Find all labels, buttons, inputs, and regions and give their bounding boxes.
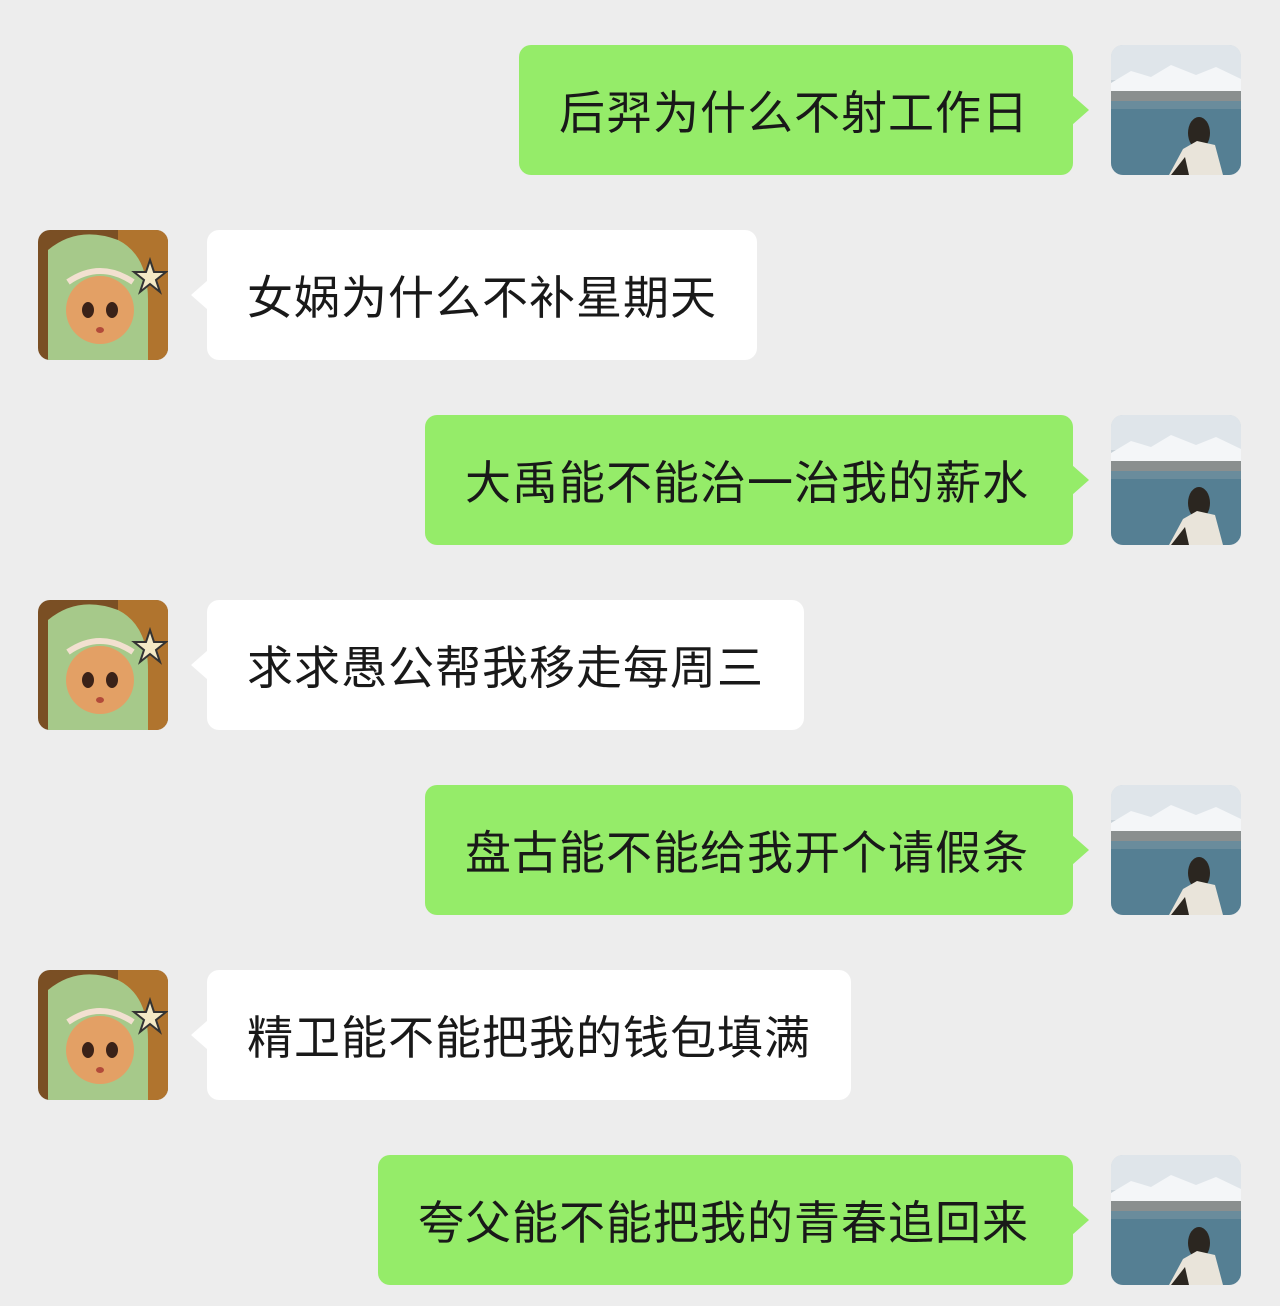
message-row-received: 精卫能不能把我的钱包填满 xyxy=(0,970,1280,1100)
lake-mountain-avatar-icon[interactable] xyxy=(1111,1155,1241,1285)
message-text: 夸父能不能把我的青春追回来 xyxy=(418,1196,1029,1250)
chat-window: 后羿为什么不射工作日 女娲为什么不补星期天 大禹能不能治一治我的薪水 求求愚公帮… xyxy=(0,0,1280,1306)
green-doll-avatar-icon[interactable] xyxy=(38,600,168,730)
green-doll-avatar-icon[interactable] xyxy=(38,970,168,1100)
message-row-received: 女娲为什么不补星期天 xyxy=(0,230,1280,360)
message-bubble-sent[interactable]: 盘古能不能给我开个请假条 xyxy=(425,785,1089,915)
message-text: 求求愚公帮我移走每周三 xyxy=(247,641,764,695)
lake-mountain-avatar-icon[interactable] xyxy=(1111,45,1241,175)
message-bubble-received[interactable]: 求求愚公帮我移走每周三 xyxy=(191,600,804,730)
message-bubble-sent[interactable]: 夸父能不能把我的青春追回来 xyxy=(378,1155,1089,1285)
message-row-sent: 盘古能不能给我开个请假条 xyxy=(0,785,1280,915)
message-text: 后羿为什么不射工作日 xyxy=(559,86,1029,140)
message-bubble-received[interactable]: 女娲为什么不补星期天 xyxy=(191,230,757,360)
lake-mountain-avatar-icon[interactable] xyxy=(1111,415,1241,545)
message-row-received: 求求愚公帮我移走每周三 xyxy=(0,600,1280,730)
message-text: 精卫能不能把我的钱包填满 xyxy=(247,1011,811,1065)
message-row-sent: 后羿为什么不射工作日 xyxy=(0,45,1280,175)
lake-mountain-avatar-icon[interactable] xyxy=(1111,785,1241,915)
message-text: 大禹能不能治一治我的薪水 xyxy=(465,456,1029,510)
message-text: 盘古能不能给我开个请假条 xyxy=(465,826,1029,880)
green-doll-avatar-icon[interactable] xyxy=(38,230,168,360)
message-row-sent: 大禹能不能治一治我的薪水 xyxy=(0,415,1280,545)
message-row-sent: 夸父能不能把我的青春追回来 xyxy=(0,1155,1280,1285)
message-bubble-sent[interactable]: 后羿为什么不射工作日 xyxy=(519,45,1089,175)
message-text: 女娲为什么不补星期天 xyxy=(247,271,717,325)
message-bubble-sent[interactable]: 大禹能不能治一治我的薪水 xyxy=(425,415,1089,545)
message-bubble-received[interactable]: 精卫能不能把我的钱包填满 xyxy=(191,970,851,1100)
